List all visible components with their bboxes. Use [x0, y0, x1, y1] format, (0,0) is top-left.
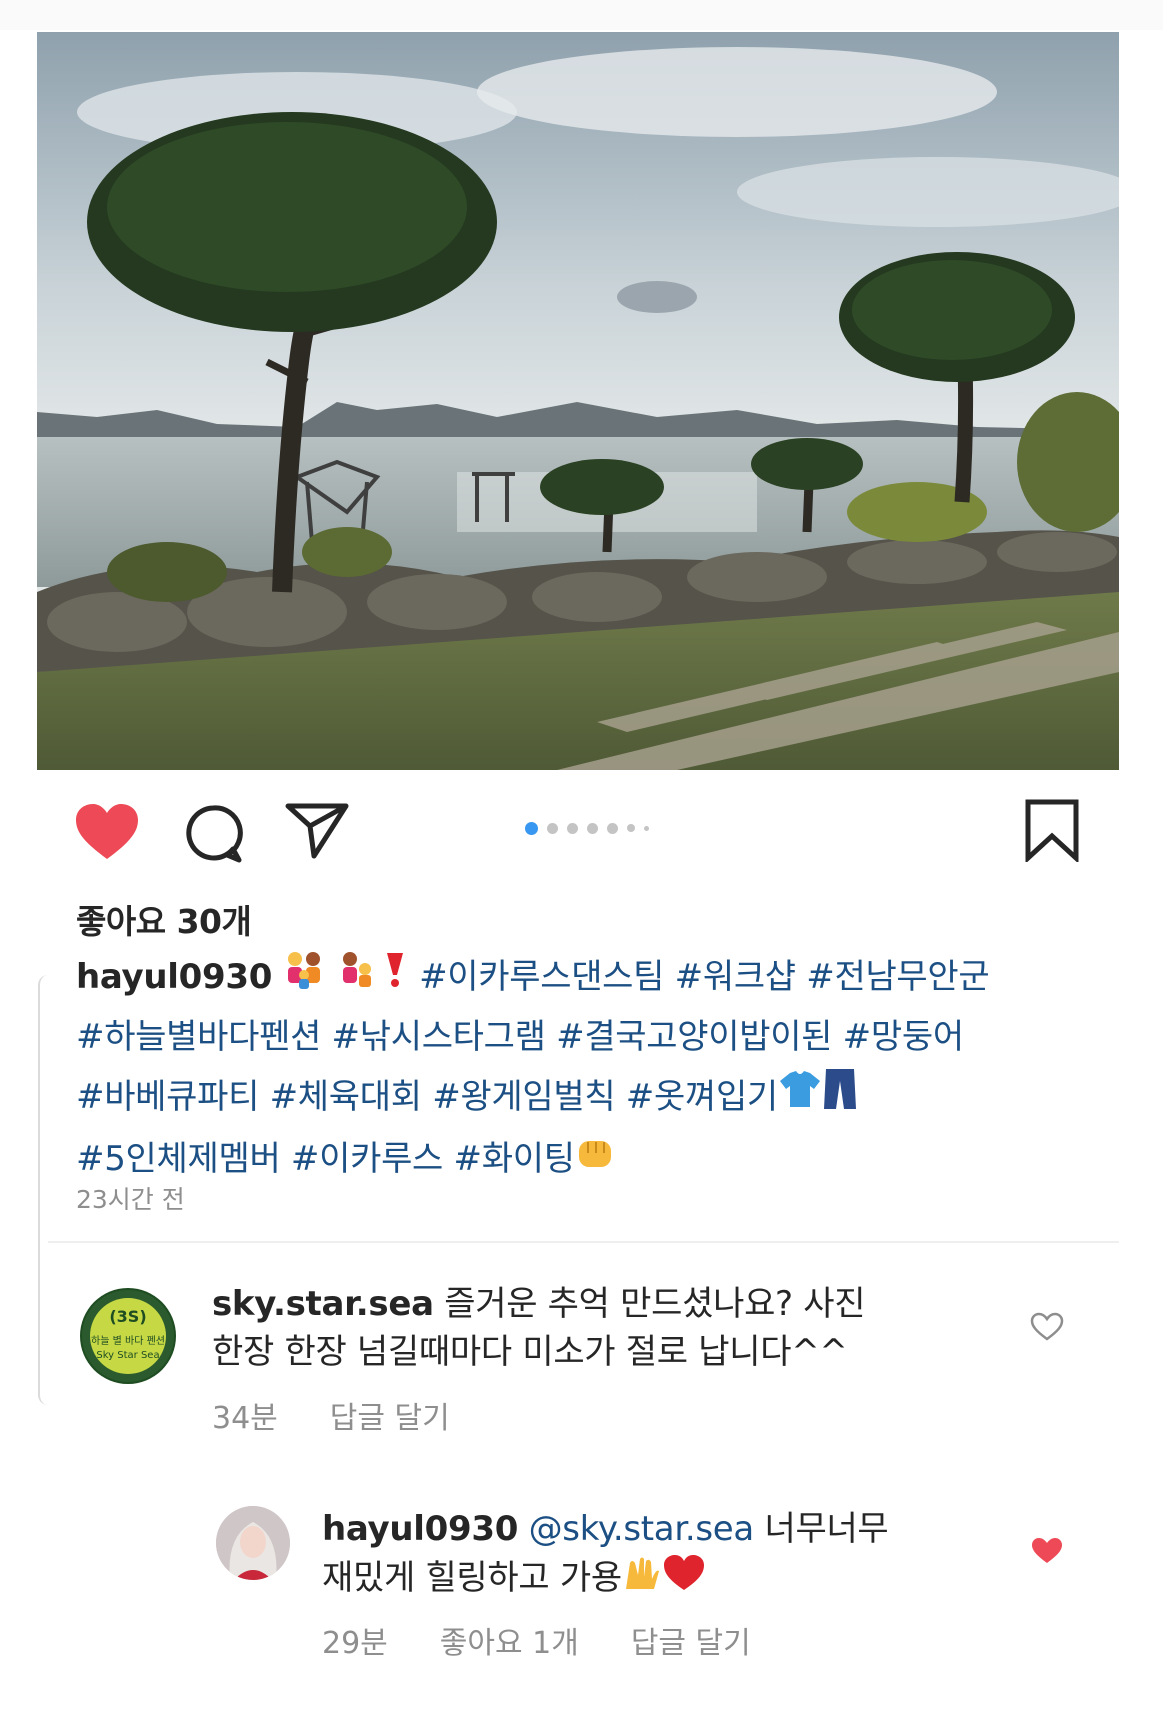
carousel-dot-active: [525, 821, 538, 835]
bookmark-icon[interactable]: [1024, 798, 1080, 862]
comment-username[interactable]: sky.star.sea: [212, 1284, 434, 1324]
top-bar-background: [0, 0, 1163, 30]
fist-icon: [575, 1131, 615, 1190]
reply-text-line: 재밌게 힐링하고 가용: [322, 1558, 622, 1598]
carousel-dot: [627, 824, 635, 832]
reply-body: hayul0930 @sky.star.sea 너무너무 재밌게 힐링하고 가용: [322, 1505, 1002, 1606]
comment-body: sky.star.sea 즐거운 추억 만드셨나요? 사진 한장 한장 넘길때마…: [212, 1280, 952, 1376]
caption-line-4: #5인체제멤버 #이카루스 #화이팅: [76, 1130, 1096, 1190]
carousel-dot: [567, 822, 578, 834]
post-photo[interactable]: [37, 32, 1119, 770]
thread-line: [38, 975, 50, 1405]
comment-icon[interactable]: [183, 804, 243, 864]
svg-text:하늘 별 바다 펜션: 하늘 별 바다 펜션: [91, 1334, 165, 1347]
caption-line-2: #하늘별바다펜션 #낚시스타그램 #결국고양이밥이된 #망둥어: [76, 1008, 1096, 1067]
carousel-dot: [547, 822, 558, 834]
comment-time: 34분: [212, 1401, 278, 1436]
carousel-dot: [587, 822, 598, 834]
reply-likes[interactable]: 좋아요 1개: [440, 1618, 579, 1662]
user-avatar-icon: [216, 1506, 290, 1580]
sky-star-sea-logo-icon: (3S) 하늘 별 바다 펜션 Sky Star Sea: [82, 1290, 174, 1382]
carousel-dot: [607, 822, 618, 834]
reply-time: 29분: [322, 1626, 388, 1661]
likes-count[interactable]: 좋아요 30개: [76, 895, 252, 943]
caption-line-3: #바베큐파티 #체육대회 #왕게임벌칙 #옷껴입기: [76, 1067, 1096, 1130]
caption-hashtags[interactable]: #이카루스댄스팀 #워크샵 #전남무안군: [419, 957, 990, 997]
svg-text:(3S): (3S): [109, 1307, 146, 1326]
caption-hashtags[interactable]: #바베큐파티 #체육대회 #왕게임벌칙 #옷껴입기: [76, 1077, 778, 1117]
reply-button[interactable]: 답글 달기: [631, 1618, 751, 1662]
caption-hashtags[interactable]: #5인체제멤버 #이카루스 #화이팅: [76, 1139, 575, 1179]
raising-hands-icon: [622, 1555, 662, 1604]
divider: [48, 1241, 1119, 1243]
jeans-icon: [822, 1067, 858, 1130]
exclamation-icon: [381, 949, 409, 1008]
heart-outline-icon[interactable]: [1030, 1312, 1064, 1342]
reply-username[interactable]: hayul0930: [322, 1509, 518, 1549]
tshirt-icon: [778, 1069, 822, 1128]
carousel-dot: [644, 825, 649, 831]
family-emoji-icon: [335, 949, 381, 1008]
red-heart-icon: [662, 1553, 706, 1606]
comment-text-line: 한장 한장 넘길때마다 미소가 절로 납니다^^: [212, 1332, 848, 1372]
carousel-indicator: [525, 820, 649, 836]
avatar[interactable]: [216, 1506, 290, 1580]
heart-filled-icon[interactable]: [74, 802, 140, 862]
reply-meta: 29분 좋아요 1개 답글 달기: [322, 1618, 751, 1662]
reply-text-line: 너무너무: [764, 1509, 889, 1549]
caption-hashtags[interactable]: #하늘별바다펜션 #낚시스타그램 #결국고양이밥이된 #망둥어: [76, 1017, 964, 1057]
post-timestamp: 23시간 전: [76, 1185, 185, 1214]
comment-meta: 34분 답글 달기: [212, 1393, 450, 1437]
svg-text:Sky Star Sea: Sky Star Sea: [96, 1350, 159, 1361]
post-caption: hayul0930 #이카루스댄스팀 #워크샵 #전남무안군 #하늘별바다펜션 …: [76, 948, 1096, 1190]
avatar[interactable]: (3S) 하늘 별 바다 펜션 Sky Star Sea: [80, 1288, 176, 1384]
share-icon[interactable]: [284, 800, 350, 860]
comment-text-line: 즐거운 추억 만드셨나요? 사진: [444, 1284, 866, 1324]
caption-username[interactable]: hayul0930: [76, 957, 272, 997]
reply-button[interactable]: 답글 달기: [330, 1393, 450, 1437]
heart-filled-icon[interactable]: [1030, 1536, 1064, 1566]
family-emoji-icon: [283, 949, 335, 1008]
reply-mention[interactable]: @sky.star.sea: [529, 1509, 755, 1549]
caption-line-1: hayul0930 #이카루스댄스팀 #워크샵 #전남무안군: [76, 948, 1096, 1008]
landscape-photo: [37, 32, 1119, 770]
